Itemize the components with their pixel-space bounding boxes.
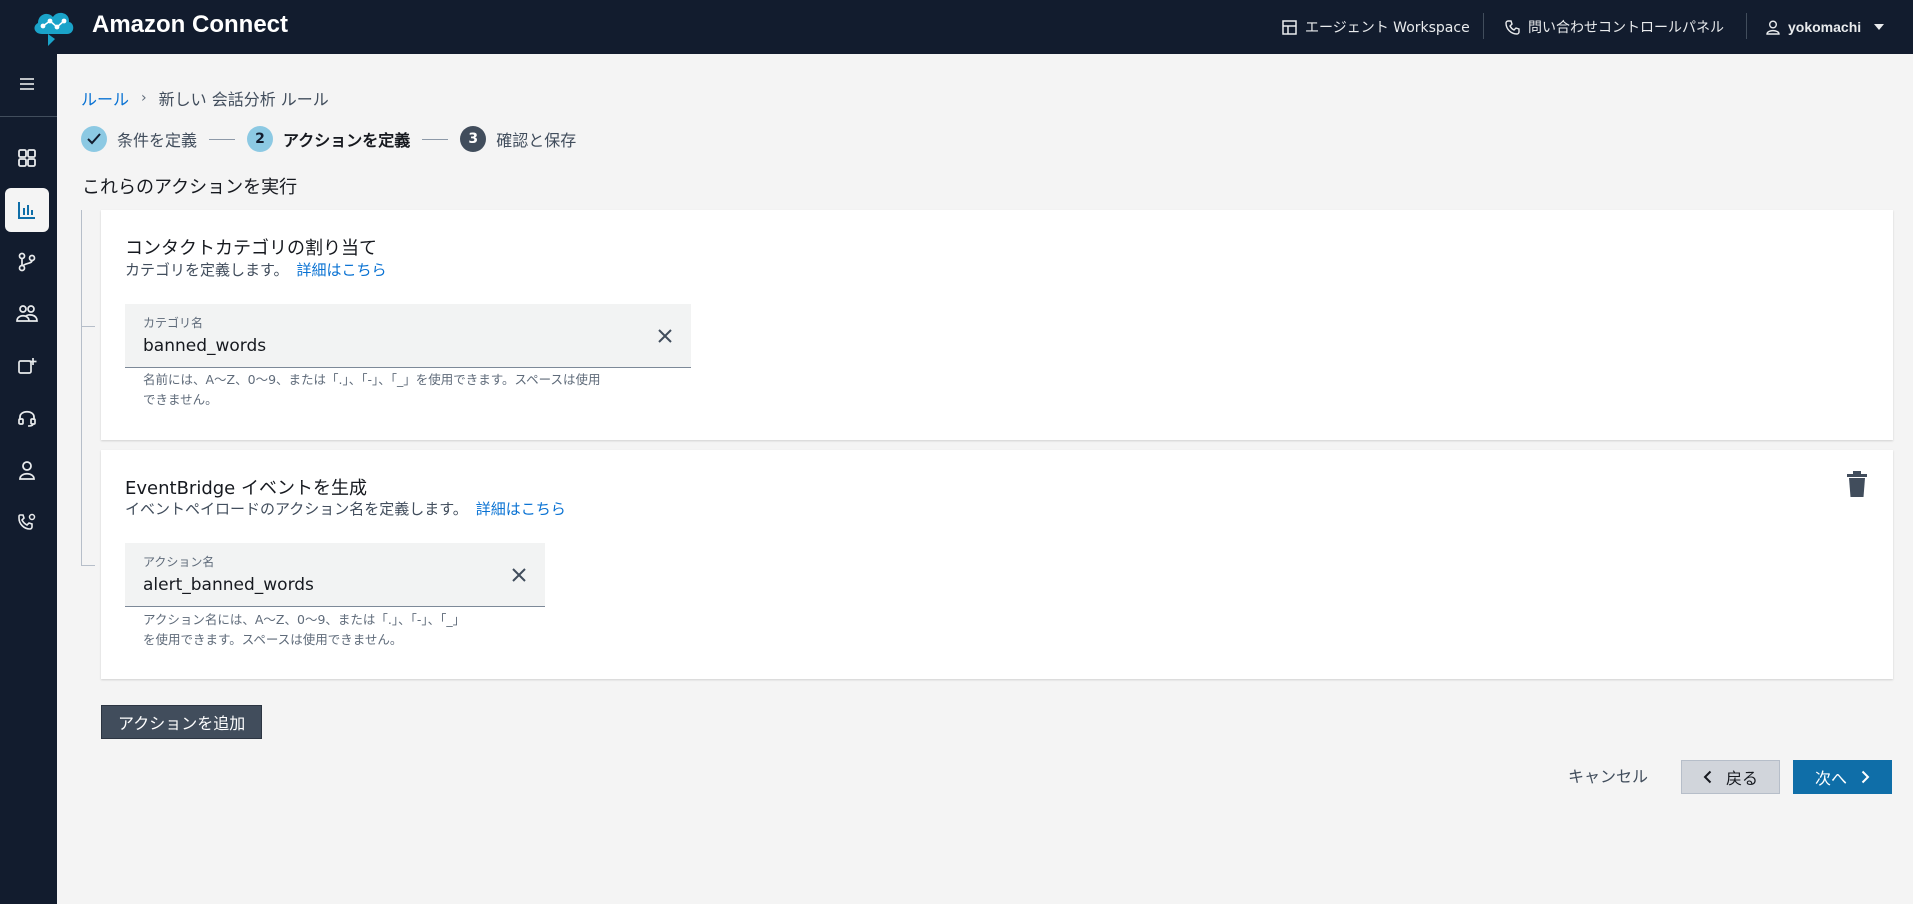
action-tree-line xyxy=(81,210,82,566)
action-card-contact-category: コンタクトカテゴリの割り当て カテゴリを定義します。 詳細はこちら カテゴリ名 b… xyxy=(101,210,1893,440)
action-title: EventBridge イベントを生成 xyxy=(125,478,367,499)
user-menu[interactable]: yokomachi xyxy=(1766,0,1885,54)
sidebar-item-headset[interactable] xyxy=(5,396,49,440)
user-name: yokomachi xyxy=(1788,19,1862,35)
field-hint-line: アクション名には、A～Z、0～9、または「.」、「-」、「_」 xyxy=(143,612,466,627)
step-connector xyxy=(209,138,236,140)
user-icon xyxy=(19,461,35,480)
action-tree-branch xyxy=(81,565,95,566)
sidebar-item-analytics[interactable] xyxy=(5,188,49,232)
field-value[interactable]: alert_banned_words xyxy=(143,575,314,595)
field-label: カテゴリ名 xyxy=(143,316,204,330)
clear-icon[interactable] xyxy=(655,326,675,346)
section-title: これらのアクションを実行 xyxy=(82,177,298,198)
check-icon xyxy=(87,133,101,145)
back-button-label: 戻る xyxy=(1725,769,1758,788)
dashboard-icon xyxy=(18,149,36,167)
action-card-eventbridge: EventBridge イベントを生成 イベントペイロードのアクション名を定義し… xyxy=(101,450,1893,679)
contact-control-panel-link[interactable]: 問い合わせコントロールパネル xyxy=(1505,0,1724,54)
user-icon xyxy=(1766,20,1780,35)
action-description-text: イベントペイロードのアクション名を定義します。 xyxy=(125,500,468,518)
learn-more-link[interactable]: 詳細はこちら xyxy=(476,500,566,518)
agent-workspace-link[interactable]: エージェント Workspace xyxy=(1282,0,1470,54)
menu-button[interactable] xyxy=(5,62,49,106)
step-3-label: 確認と保存 xyxy=(496,131,577,150)
breadcrumb-current: 新しい 会話分析 ルール xyxy=(158,90,329,109)
step-3-number: 3 xyxy=(460,126,487,152)
action-description: イベントペイロードのアクション名を定義します。 詳細はこちら xyxy=(125,498,566,519)
field-label: アクション名 xyxy=(143,555,215,569)
chevron-left-icon xyxy=(1703,770,1712,784)
top-navigation-bar: Amazon Connect エージェント Workspace 問い合わせコント… xyxy=(0,0,1913,54)
sidebar-item-dashboard[interactable] xyxy=(5,136,49,180)
category-name-field[interactable]: カテゴリ名 banned_words xyxy=(125,304,691,368)
app-title[interactable]: Amazon Connect xyxy=(92,11,288,39)
sidebar-item-phone-settings[interactable] xyxy=(5,500,49,544)
next-button-label: 次へ xyxy=(1814,769,1847,788)
menu-icon xyxy=(20,78,34,90)
action-title: コンタクトカテゴリの割り当て xyxy=(125,238,377,259)
next-button[interactable]: 次へ xyxy=(1793,760,1892,794)
header-divider xyxy=(1483,13,1484,39)
sidebar-item-user[interactable] xyxy=(5,448,49,492)
step-connector xyxy=(422,138,449,140)
cancel-button[interactable]: キャンセル xyxy=(1568,763,1648,787)
amazon-connect-logo[interactable] xyxy=(28,4,78,48)
caret-down-icon xyxy=(1874,24,1885,30)
field-hint-line: 名前には、A～Z、0～9、または「.」、「-」、「_」を使用できます。スペースは… xyxy=(143,372,601,387)
field-hint-line: を使用できます。スペースは使用できません。 xyxy=(143,632,403,647)
agent-workspace-label: エージェント Workspace xyxy=(1305,20,1470,36)
channels-icon xyxy=(18,358,37,374)
layout-icon xyxy=(1282,19,1297,35)
chevron-right-icon: › xyxy=(141,90,147,106)
learn-more-link[interactable]: 詳細はこちら xyxy=(297,261,387,279)
field-hint-line: できません。 xyxy=(143,392,218,407)
step-1-check xyxy=(81,126,107,152)
side-navigation xyxy=(0,54,57,904)
sidebar-item-users[interactable] xyxy=(5,292,49,336)
action-description: カテゴリを定義します。 詳細はこちら xyxy=(125,259,387,280)
headset-icon xyxy=(18,410,36,427)
field-hint: アクション名には、A～Z、0～9、または「.」、「-」、「_」 を使用できます。… xyxy=(143,610,465,650)
sidebar-item-routing[interactable] xyxy=(5,240,49,284)
wizard-steps: 条件を定義 2 アクションを定義 3 確認と保存 xyxy=(81,126,576,152)
field-value[interactable]: banned_words xyxy=(143,336,266,356)
add-action-button[interactable]: アクションを追加 xyxy=(101,705,263,739)
analytics-icon xyxy=(18,202,35,219)
breadcrumb: ルール › 新しい 会話分析 ルール xyxy=(81,86,329,110)
field-hint: 名前には、A～Z、0～9、または「.」、「-」、「_」を使用できます。スペースは… xyxy=(143,370,601,410)
routing-icon xyxy=(18,252,36,272)
action-name-field[interactable]: アクション名 alert_banned_words xyxy=(125,543,545,607)
header-divider xyxy=(1746,13,1747,39)
step-2-label: アクションを定義 xyxy=(283,131,411,150)
clear-icon[interactable] xyxy=(509,565,529,585)
step-2-number: 2 xyxy=(247,126,274,152)
sidebar-divider xyxy=(0,116,57,117)
users-icon xyxy=(16,305,38,322)
action-description-text: カテゴリを定義します。 xyxy=(125,261,289,279)
delete-action-icon[interactable] xyxy=(1845,470,1869,498)
phone-settings-icon xyxy=(18,513,36,530)
chevron-right-icon xyxy=(1861,770,1870,784)
sidebar-item-channels[interactable] xyxy=(5,344,49,388)
phone-icon xyxy=(1505,19,1520,35)
contact-control-panel-label: 問い合わせコントロールパネル xyxy=(1528,20,1724,36)
action-tree-branch xyxy=(81,326,95,327)
breadcrumb-rules-link[interactable]: ルール xyxy=(81,86,129,110)
step-1-label[interactable]: 条件を定義 xyxy=(117,127,197,151)
back-button[interactable]: 戻る xyxy=(1681,760,1780,794)
